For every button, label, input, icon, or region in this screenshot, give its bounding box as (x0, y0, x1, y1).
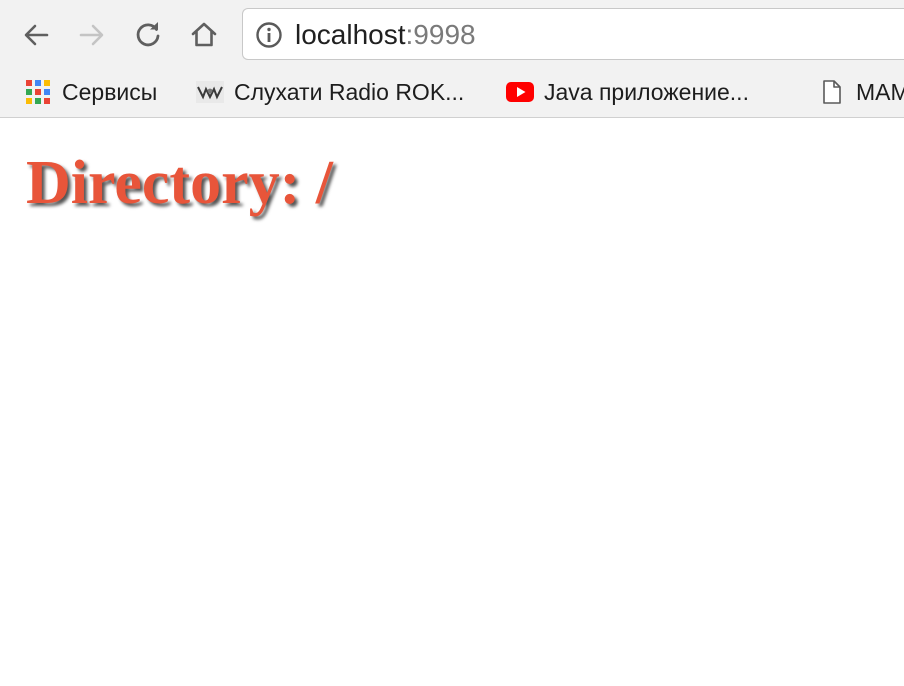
bookmark-label: Java приложение... (544, 78, 749, 105)
url-host: localhost (295, 19, 406, 50)
apps-grid-icon (24, 78, 52, 106)
bookmark-label: МАМ (856, 78, 904, 105)
info-icon[interactable] (255, 21, 283, 49)
bookmark-mam[interactable]: МАМ (818, 74, 904, 110)
url-text[interactable]: localhost:9998 (295, 20, 476, 50)
radio-rok-favicon (196, 78, 224, 106)
arrow-left-icon (24, 24, 49, 46)
bookmark-label: Слухати Radio ROK... (234, 78, 465, 105)
bookmark-java-app[interactable]: Java приложение... (506, 74, 749, 110)
arrow-right-icon (79, 24, 104, 46)
url-port: :9998 (405, 19, 476, 50)
address-bar[interactable]: localhost:9998 (242, 8, 904, 60)
browser-chrome: localhost:9998 Сервисы Слухати Radio ROK… (0, 0, 904, 118)
back-button[interactable] (16, 15, 56, 55)
page-title: Directory: / (26, 149, 333, 217)
page-icon (818, 78, 846, 106)
bookmarks-bar: Сервисы Слухати Radio ROK... Java прилож… (0, 70, 904, 117)
home-icon (191, 22, 217, 47)
home-button[interactable] (184, 15, 224, 55)
youtube-icon (506, 78, 534, 106)
forward-button[interactable] (72, 15, 112, 55)
page-content: Directory: / (0, 118, 904, 686)
bookmark-radio-rok[interactable]: Слухати Radio ROK... (196, 74, 464, 110)
reload-button[interactable] (128, 15, 168, 55)
bookmark-label: Сервисы (62, 78, 158, 105)
reload-icon (136, 22, 160, 47)
bookmark-services[interactable]: Сервисы (24, 74, 157, 110)
browser-toolbar: localhost:9998 (0, 0, 904, 70)
